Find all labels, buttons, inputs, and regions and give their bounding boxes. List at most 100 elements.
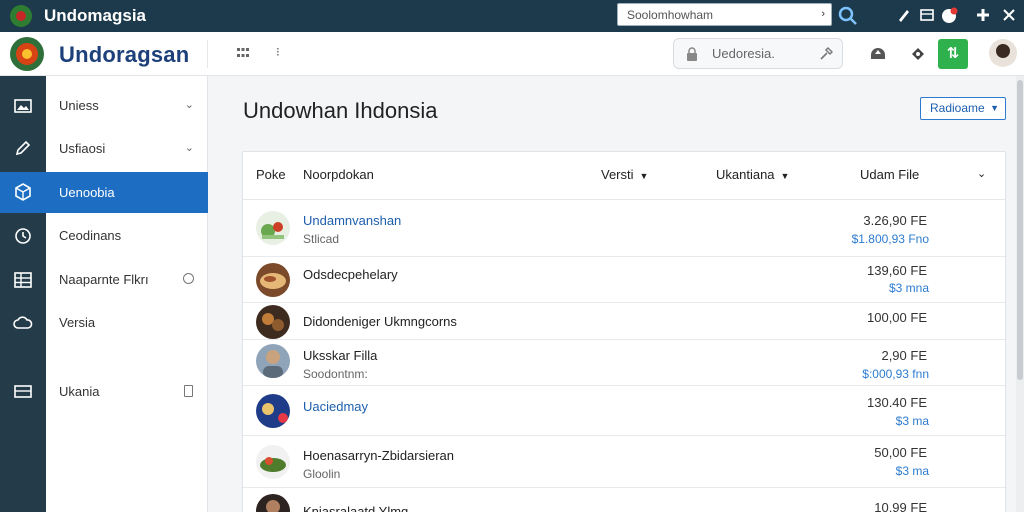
notification-icon[interactable] <box>940 6 958 24</box>
leaf-image-icon <box>261 222 284 239</box>
file-price: $3 ma <box>895 464 929 478</box>
files-table: Poke Noorpdokan Versti ▼ Ukantiana ▼ Udam … <box>242 151 1006 512</box>
vertical-scrollbar[interactable] <box>1016 76 1024 512</box>
file-thumbnail <box>256 263 290 297</box>
sidebar-item-uniess[interactable]: Uniess ⌄ <box>46 85 208 126</box>
scrollbar-thumb[interactable] <box>1017 80 1023 380</box>
column-header-poke[interactable]: Poke <box>256 167 286 182</box>
top-search-input[interactable]: Soolomhowham › <box>617 3 832 26</box>
sidebar-item-label: Ceodinans <box>59 228 122 243</box>
file-size: 100,00 FE <box>867 310 927 325</box>
file-thumbnail <box>256 445 290 479</box>
search-icon[interactable] <box>838 6 858 26</box>
table-row[interactable]: Odsdecpehelary 139,60 FE $3 mna <box>243 257 1005 303</box>
sidebar-item-naaparnte[interactable]: Naaparnte Flkrı <box>46 259 208 300</box>
food-image-icon <box>262 313 284 331</box>
file-price: $3 mna <box>888 281 929 295</box>
caret-down-icon: ▼ <box>780 171 790 181</box>
window-icon[interactable] <box>918 6 936 24</box>
file-name[interactable]: Odsdecpehelary <box>303 267 398 282</box>
filter-dropdown[interactable]: Radioame ▼ <box>920 97 1006 120</box>
file-subtitle: Soodontnm: <box>303 367 368 381</box>
header-search-placeholder: Uedoresia. <box>712 46 775 61</box>
sidebar-item-label: Uenoobia <box>59 185 115 200</box>
user-avatar[interactable] <box>989 39 1017 67</box>
cloud-icon[interactable] <box>13 313 33 333</box>
chevron-down-icon[interactable]: ⌄ <box>977 167 986 180</box>
grid-icon[interactable] <box>236 46 250 60</box>
caret-down-icon: ▼ <box>990 103 999 113</box>
table-row[interactable]: Didondeniger Ukmngcorns 100,00 FE <box>243 303 1005 340</box>
sidebar-item-uenoobia[interactable]: Uenoobia <box>46 172 208 213</box>
file-size: 10,99 FE <box>874 500 927 512</box>
bell-icon[interactable] <box>894 6 912 24</box>
icon-rail <box>0 76 46 512</box>
table-row[interactable]: Knjasralaatd Ylmq 10,99 FE <box>243 488 1005 512</box>
sidebar-item-label: Uniess <box>59 98 99 113</box>
file-thumbnail <box>256 394 290 428</box>
photo-image-icon <box>262 403 288 423</box>
sidebar-item-versia[interactable]: Versia <box>46 302 208 343</box>
filter-label: Radioame <box>930 101 985 115</box>
person-image-icon <box>266 500 280 512</box>
pin-icon[interactable] <box>818 46 834 62</box>
file-thumbnail <box>256 494 290 512</box>
file-name[interactable]: Knjasralaatd Ylmq <box>303 504 408 512</box>
sidebar-item-ceodinans[interactable]: Ceodinans <box>46 215 208 256</box>
file-thumbnail <box>256 211 290 245</box>
cube-icon[interactable] <box>13 182 33 202</box>
app-logo-icon <box>10 5 32 27</box>
document-icon <box>184 385 193 397</box>
column-header-name[interactable]: Noorpdokan <box>303 167 374 182</box>
food-image-icon <box>260 273 286 289</box>
main-content: Undowhan Ihdonsia Radioame ▼ Poke Noorpd… <box>208 76 1016 512</box>
plus-icon[interactable] <box>974 6 992 24</box>
top-search-value: Soolomhowham <box>627 7 714 22</box>
card-icon[interactable] <box>13 381 33 401</box>
column-header-file[interactable]: Udam File <box>860 167 919 182</box>
diamond-icon[interactable] <box>908 44 928 64</box>
caret-down-icon: ▼ <box>639 171 649 181</box>
clock-icon[interactable] <box>13 226 33 246</box>
column-header-label: Ukantiana <box>716 167 775 182</box>
table-row[interactable]: Undamnvanshan Stlicad 3.26,90 FE $1.800,… <box>243 200 1005 257</box>
header-search-input[interactable]: Uedoresia. <box>673 38 843 69</box>
upload-icon[interactable] <box>868 44 888 64</box>
table-icon[interactable] <box>13 270 33 290</box>
chevron-right-icon: › <box>821 8 825 20</box>
app-title: Undomagsia <box>44 6 147 25</box>
close-icon[interactable] <box>1000 6 1018 24</box>
file-size: 3.26,90 FE <box>863 213 927 228</box>
sidebar-item-usfiaosi[interactable]: Usfiaosi ⌄ <box>46 128 208 169</box>
salad-image-icon <box>260 457 286 472</box>
file-size: 130.40 FE <box>867 395 927 410</box>
file-price: $1.800,93 Fno <box>851 232 929 246</box>
file-size: 50,00 FE <box>874 445 927 460</box>
column-header-versti[interactable]: Versti ▼ <box>601 167 648 182</box>
sidebar-item-label: Naaparnte Flkrı <box>59 272 149 287</box>
page-title: Undowhan Ihdonsia <box>243 98 438 123</box>
file-size: 139,60 FE <box>867 263 927 278</box>
action-button[interactable]: ⇅ <box>938 39 968 69</box>
file-subtitle: Stlicad <box>303 232 340 246</box>
table-header: Poke Noorpdokan Versti ▼ Ukantiana ▼ Udam … <box>243 152 1005 200</box>
column-header-ukantiana[interactable]: Ukantiana ▼ <box>716 167 789 182</box>
table-row[interactable]: Uaciedmay 130.40 FE $3 ma <box>243 386 1005 436</box>
file-size: 2,90 FE <box>881 348 927 363</box>
pen-icon[interactable] <box>13 138 33 158</box>
file-name[interactable]: Uaciedmay <box>303 399 368 414</box>
sidebar-nav: Uniess ⌄ Usfiaosi ⌄ Uenoobia Ceodinans N… <box>46 76 208 512</box>
file-name[interactable]: Hoenasarryn-Zbidarsieran <box>303 448 454 463</box>
file-name[interactable]: Uksskar Filla <box>303 348 377 363</box>
brand-title: Undoragsan <box>59 42 190 67</box>
app-header: Undoragsan ⁝ Uedoresia. ⇅ <box>0 32 1024 76</box>
file-name[interactable]: Undamnvanshan <box>303 213 401 228</box>
more-options-icon[interactable]: ⁝ <box>276 45 280 59</box>
gallery-icon[interactable] <box>13 96 33 116</box>
file-name[interactable]: Didondeniger Ukmngcorns <box>303 314 457 329</box>
sidebar-item-label: Versia <box>59 315 96 330</box>
table-row[interactable]: Uksskar Filla Soodontnm: 2,90 FE $:000,9… <box>243 340 1005 386</box>
file-price: $:000,93 fnn <box>862 367 929 381</box>
sidebar-item-ukania[interactable]: Ukania <box>46 371 208 412</box>
table-row[interactable]: Hoenasarryn-Zbidarsieran Gloolin 50,00 F… <box>243 436 1005 488</box>
